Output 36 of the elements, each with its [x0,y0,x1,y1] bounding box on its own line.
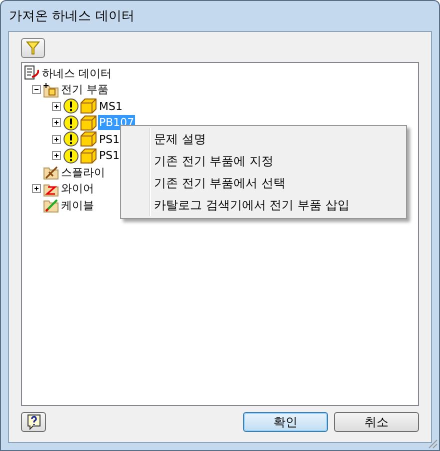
box-icon [80,131,97,148]
cancel-button[interactable]: 취소 [334,412,419,432]
warning-icon [63,114,79,131]
warning-icon [63,131,79,148]
warning-icon [63,98,79,114]
tree-item[interactable]: 하네스 데이터 [41,66,112,81]
tree-item[interactable]: MS1 [98,98,124,114]
expand-icon[interactable] [52,118,61,128]
tree-item[interactable]: 와이어 [60,181,95,196]
window-title: 가져온 하네스 데이터 [8,8,136,26]
ok-button[interactable]: 확인 [243,412,328,432]
resize-grip-icon[interactable] [426,437,438,449]
expand-icon[interactable] [52,102,61,111]
expand-icon[interactable] [32,184,41,194]
menu-item[interactable]: 문제 설명 [121,128,406,150]
parts-folder-icon [43,82,59,98]
box-icon [80,148,97,164]
filter-button[interactable] [21,38,45,58]
tree-item[interactable]: 스플라이 [60,164,106,180]
expand-icon[interactable] [52,151,61,160]
splice-folder-icon [43,164,59,180]
box-icon [80,98,97,114]
tree-item[interactable]: PS1 [98,132,121,147]
tree-item[interactable]: 케이블 [60,198,95,213]
tree-item[interactable]: 전기 부품 [60,82,110,98]
warning-icon [63,148,79,164]
collapse-icon[interactable] [32,85,41,94]
menu-item[interactable]: 카탈로그 검색기에서 전기 부품 삽입 [121,194,406,216]
harness-icon [24,65,40,82]
menu-item[interactable]: 기존 전기 부품에 지정 [121,150,406,172]
help-button[interactable] [21,412,46,432]
tree-item[interactable]: PS1 [98,148,121,164]
cable-folder-icon [43,197,59,214]
menu-item[interactable]: 기존 전기 부품에서 선택 [121,172,406,194]
box-icon [80,114,97,131]
expand-icon[interactable] [52,134,61,144]
